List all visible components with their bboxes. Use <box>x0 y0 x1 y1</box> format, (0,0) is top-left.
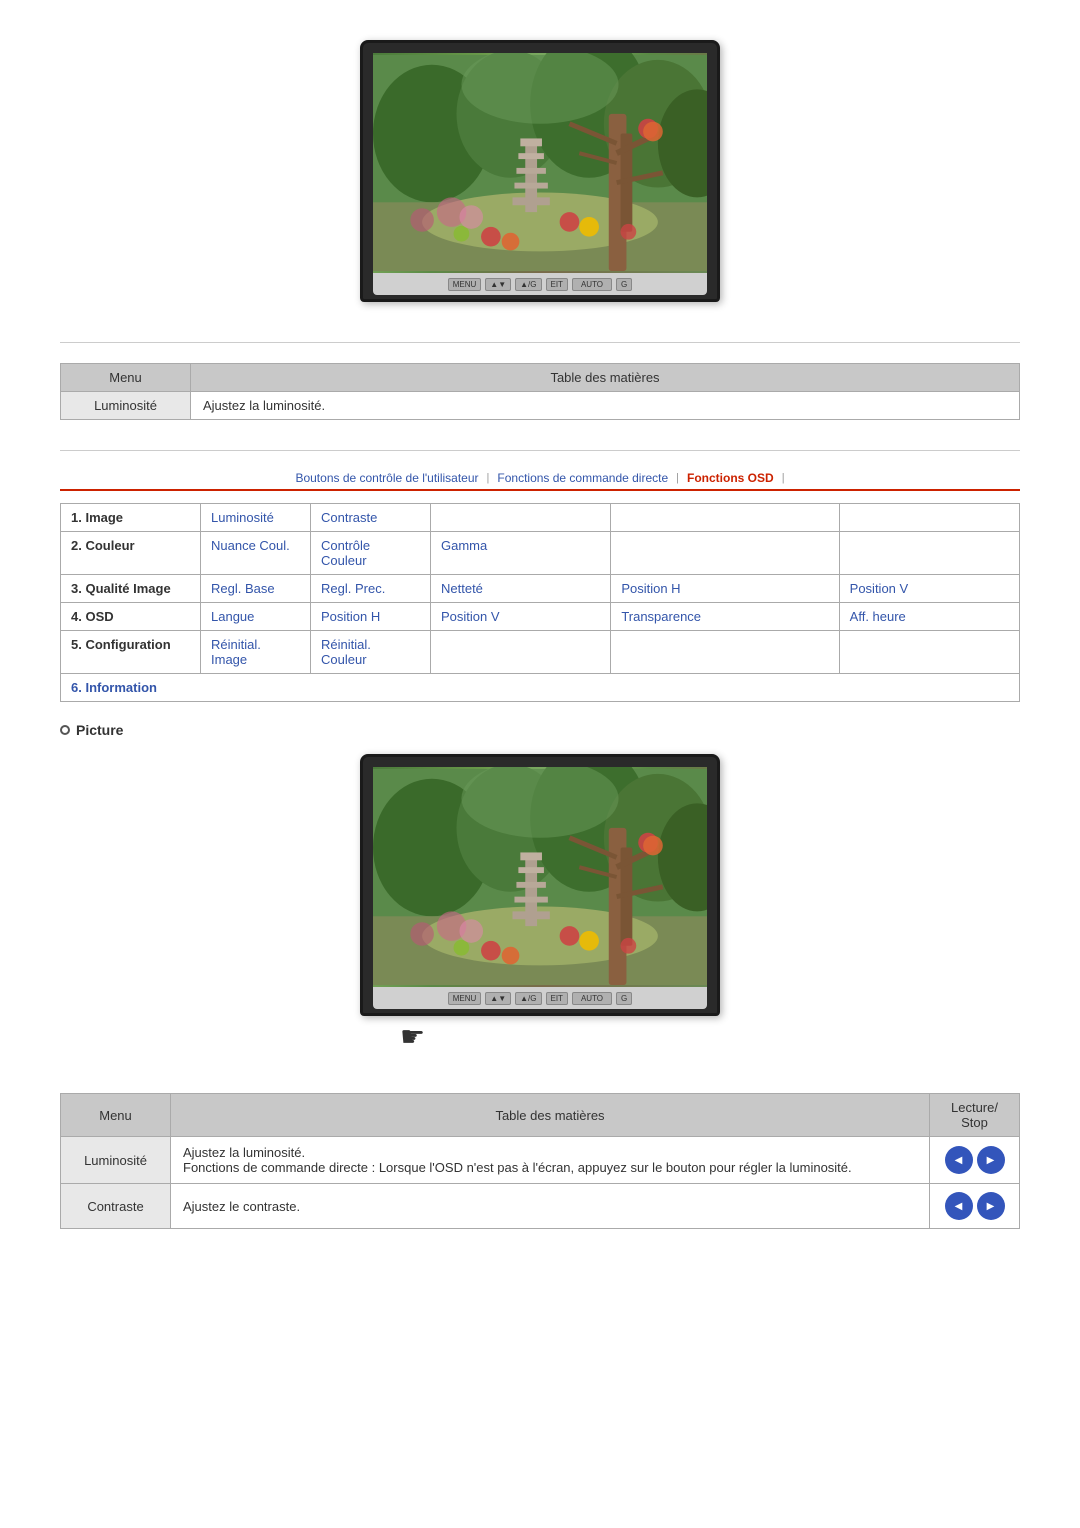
monitor-screen-1 <box>373 53 707 273</box>
osd-reinitial-couleur[interactable]: Réinitial.Couleur <box>311 631 431 674</box>
auto-btn-2[interactable]: AUTO <box>572 992 612 1005</box>
osd-aff-heure[interactable]: Aff. heure <box>839 603 1019 631</box>
osd-empty-8 <box>839 631 1019 674</box>
ag-btn-2[interactable]: ▲/G <box>515 992 541 1005</box>
osd-empty-3 <box>839 504 1019 532</box>
monitor-screen-2 <box>373 767 707 987</box>
play-buttons-luminosite: ◀ ▶ <box>942 1146 1007 1174</box>
nav-sep-3: | <box>782 472 785 484</box>
tab-user-controls[interactable]: Boutons de contrôle de l'utilisateur <box>295 471 478 485</box>
nav-tabs: Boutons de contrôle de l'utilisateur | F… <box>60 471 1020 491</box>
osd-label-osd: 4. OSD <box>61 603 201 631</box>
bottom-btns-contraste: ◀ ▶ <box>930 1184 1020 1229</box>
table1-col2-header: Table des matières <box>191 364 1020 392</box>
osd-row-image: 1. Image Luminosité Contraste <box>61 504 1020 532</box>
bottom-label-luminosite: Luminosité <box>61 1137 171 1184</box>
osd-contraste[interactable]: Contraste <box>311 504 431 532</box>
table1-col1-header: Menu <box>61 364 191 392</box>
nav-sep-1: | <box>487 472 490 484</box>
bottom-desc-luminosite: Ajustez la luminosité. Fonctions de comm… <box>171 1137 930 1184</box>
bottom-row-contraste: Contraste Ajustez le contraste. ◀ ▶ <box>61 1184 1020 1229</box>
osd-table: 1. Image Luminosité Contraste 2. Couleur… <box>60 503 1020 702</box>
osd-row-couleur: 2. Couleur Nuance Coul. ContrôleCouleur … <box>61 532 1020 575</box>
osd-empty-1 <box>431 504 611 532</box>
eit-btn-2[interactable]: EIT <box>546 992 568 1005</box>
osd-label-config: 5. Configuration <box>61 631 201 674</box>
monitor-controls-1: MENU ▲▼ ▲/G EIT AUTO G <box>373 273 707 295</box>
updown-btn-1[interactable]: ▲▼ <box>485 278 511 291</box>
eit-btn-1[interactable]: EIT <box>546 278 568 291</box>
monitor-controls-2: MENU ▲▼ ▲/G EIT AUTO G <box>373 987 707 1009</box>
osd-row-information: 6. Information <box>61 674 1020 702</box>
info-table-1: Menu Table des matières Luminosité Ajust… <box>60 363 1020 420</box>
picture-heading: Picture <box>60 722 1020 738</box>
monitor-frame-2: MENU ▲▼ ▲/G EIT AUTO G <box>360 754 720 1016</box>
osd-empty-6 <box>431 631 611 674</box>
divider-1 <box>60 342 1020 343</box>
menu-btn-2[interactable]: MENU <box>448 992 482 1005</box>
play-btn-left-1[interactable]: ◀ <box>945 1146 973 1174</box>
osd-pos-h[interactable]: Position H <box>311 603 431 631</box>
osd-position-v[interactable]: Position V <box>839 575 1019 603</box>
monitor-frame-1: MENU ▲▼ ▲/G EIT AUTO G <box>360 40 720 302</box>
g-btn-1[interactable]: G <box>616 278 632 291</box>
osd-label-information[interactable]: 6. Information <box>61 674 1020 702</box>
monitor-1: MENU ▲▼ ▲/G EIT AUTO G <box>360 40 720 302</box>
osd-gamma[interactable]: Gamma <box>431 532 611 575</box>
nav-sep-2: | <box>676 472 679 484</box>
osd-nuance[interactable]: Nuance Coul. <box>201 532 311 575</box>
osd-controle-couleur[interactable]: ContrôleCouleur <box>311 532 431 575</box>
osd-regl-prec[interactable]: Regl. Prec. <box>311 575 431 603</box>
osd-position-h[interactable]: Position H <box>611 575 839 603</box>
monitor-2: MENU ▲▼ ▲/G EIT AUTO G ☛ <box>360 754 720 1053</box>
bottom-label-contraste: Contraste <box>61 1184 171 1229</box>
table1-row1-label: Luminosité <box>61 392 191 420</box>
osd-empty-5 <box>839 532 1019 575</box>
auto-btn-1[interactable]: AUTO <box>572 278 612 291</box>
hand-icon: ☛ <box>400 1020 720 1053</box>
table1-row1-value: Ajustez la luminosité. <box>191 392 1020 420</box>
bottom-col1-header: Menu <box>61 1094 171 1137</box>
osd-nettete[interactable]: Netteté <box>431 575 611 603</box>
osd-label-couleur: 2. Couleur <box>61 532 201 575</box>
play-btn-right-2[interactable]: ▶ <box>977 1192 1005 1220</box>
picture-label: Picture <box>76 722 123 738</box>
osd-transparence[interactable]: Transparence <box>611 603 839 631</box>
osd-luminosite[interactable]: Luminosité <box>201 504 311 532</box>
osd-label-image: 1. Image <box>61 504 201 532</box>
ag-btn-1[interactable]: ▲/G <box>515 278 541 291</box>
osd-reinitial-image[interactable]: Réinitial. Image <box>201 631 311 674</box>
tab-osd-functions[interactable]: Fonctions OSD <box>687 471 774 485</box>
bottom-col2-header: Table des matières <box>171 1094 930 1137</box>
bullet-icon <box>60 725 70 735</box>
menu-btn-1[interactable]: MENU <box>448 278 482 291</box>
osd-row-qualite: 3. Qualité Image Regl. Base Regl. Prec. … <box>61 575 1020 603</box>
osd-empty-4 <box>611 532 839 575</box>
updown-btn-2[interactable]: ▲▼ <box>485 992 511 1005</box>
play-btn-left-2[interactable]: ◀ <box>945 1192 973 1220</box>
g-btn-2[interactable]: G <box>616 992 632 1005</box>
osd-pos-v[interactable]: Position V <box>431 603 611 631</box>
bottom-col3-header: Lecture/ Stop <box>930 1094 1020 1137</box>
table-row: Luminosité Ajustez la luminosité. <box>61 392 1020 420</box>
monitor-display-2: MENU ▲▼ ▲/G EIT AUTO G ☛ <box>60 754 1020 1053</box>
osd-label-qualite: 3. Qualité Image <box>61 575 201 603</box>
monitor-display-1: MENU ▲▼ ▲/G EIT AUTO G <box>60 40 1020 302</box>
divider-2 <box>60 450 1020 451</box>
play-btn-right-1[interactable]: ▶ <box>977 1146 1005 1174</box>
osd-row-config: 5. Configuration Réinitial. Image Réinit… <box>61 631 1020 674</box>
tab-direct-commands[interactable]: Fonctions de commande directe <box>497 471 668 485</box>
osd-langue[interactable]: Langue <box>201 603 311 631</box>
play-buttons-contraste: ◀ ▶ <box>942 1192 1007 1220</box>
bottom-btns-luminosite: ◀ ▶ <box>930 1137 1020 1184</box>
osd-empty-2 <box>611 504 839 532</box>
bottom-row-luminosite: Luminosité Ajustez la luminosité. Foncti… <box>61 1137 1020 1184</box>
bottom-table: Menu Table des matières Lecture/ Stop Lu… <box>60 1093 1020 1229</box>
osd-regl-base[interactable]: Regl. Base <box>201 575 311 603</box>
osd-empty-7 <box>611 631 839 674</box>
osd-row-osd: 4. OSD Langue Position H Position V Tran… <box>61 603 1020 631</box>
bottom-desc-contraste: Ajustez le contraste. <box>171 1184 930 1229</box>
